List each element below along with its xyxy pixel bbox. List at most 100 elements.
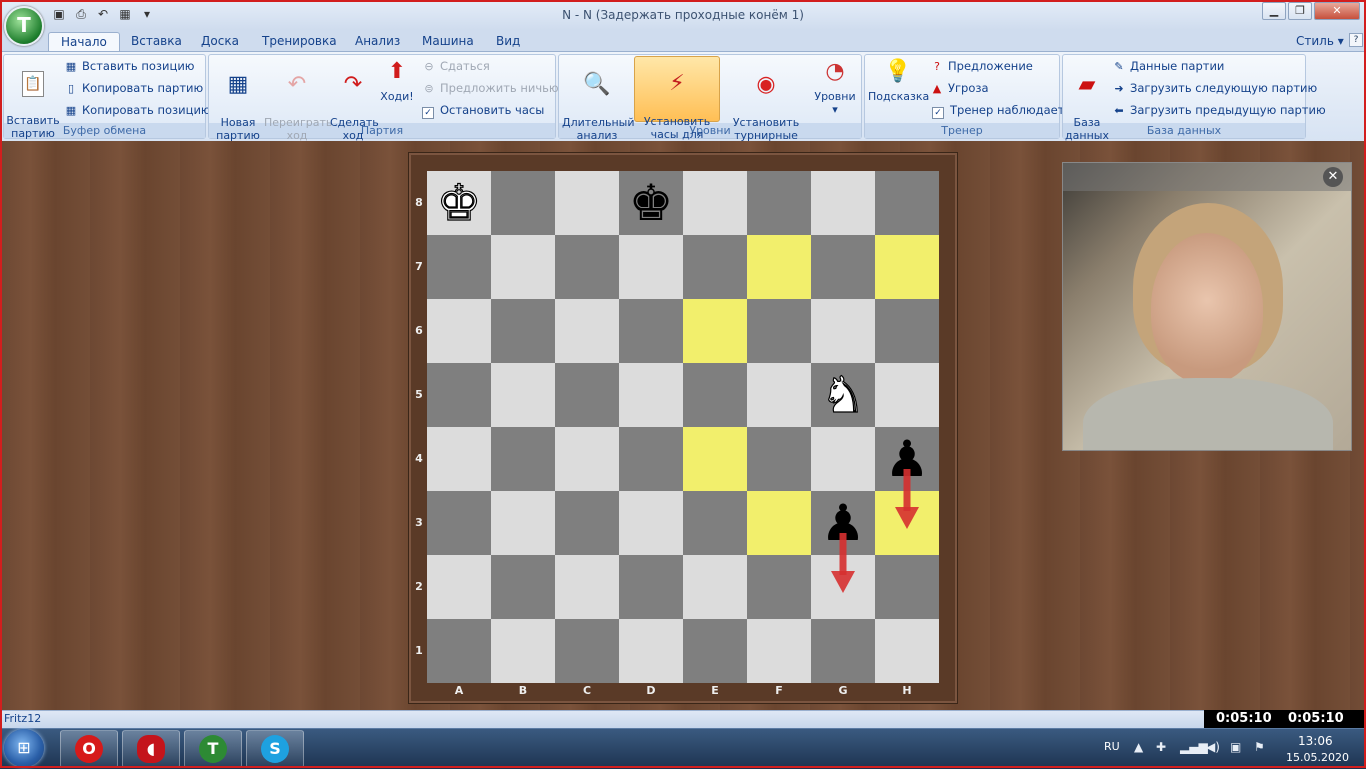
square-b3[interactable] — [491, 491, 555, 555]
tab-view[interactable]: Вид — [484, 32, 532, 51]
square-f5[interactable] — [747, 363, 811, 427]
square-e3[interactable] — [683, 491, 747, 555]
square-g8[interactable] — [811, 171, 875, 235]
offer-draw-button[interactable]: ⊜ Предложить ничью — [422, 80, 558, 96]
tab-insert[interactable]: Вставка — [119, 32, 194, 51]
signal-icon[interactable]: ▂▄▆ — [1180, 740, 1208, 754]
square-e8[interactable] — [683, 171, 747, 235]
taskbar-skype[interactable]: S — [246, 730, 304, 768]
tab-analysis[interactable]: Анализ — [343, 32, 412, 51]
coach-watching-checkbox[interactable]: ✓ Тренер наблюдает — [932, 102, 1064, 119]
square-a7[interactable] — [427, 235, 491, 299]
square-b6[interactable] — [491, 299, 555, 363]
paste-position-button[interactable]: ▦ Вставить позицию — [64, 58, 195, 74]
square-b5[interactable] — [491, 363, 555, 427]
square-d2[interactable] — [619, 555, 683, 619]
minimize-button[interactable]: ▁ — [1262, 2, 1286, 20]
taskbar-fritz[interactable]: T — [184, 730, 242, 768]
flag-icon[interactable]: ⚑ — [1254, 740, 1265, 754]
square-c4[interactable] — [555, 427, 619, 491]
app-menu-button[interactable]: T — [4, 6, 44, 46]
chessboard[interactable]: ♚ ♚ ♞ ♟ ♟ — [427, 171, 939, 683]
square-h8[interactable] — [875, 171, 939, 235]
style-menu[interactable]: Стиль ▾ — [1296, 34, 1344, 48]
tab-home[interactable]: Начало — [48, 32, 120, 52]
resign-button[interactable]: ⊖ Сдаться — [422, 58, 489, 74]
square-f4[interactable] — [747, 427, 811, 491]
square-h5[interactable] — [875, 363, 939, 427]
square-a1[interactable] — [427, 619, 491, 683]
square-c3[interactable] — [555, 491, 619, 555]
taskbar-opera[interactable]: O — [60, 730, 118, 768]
tab-board[interactable]: Доска — [189, 32, 251, 51]
square-g5[interactable]: ♞ — [811, 363, 875, 427]
square-b8[interactable] — [491, 171, 555, 235]
square-c6[interactable] — [555, 299, 619, 363]
volume-icon[interactable]: ◀) — [1206, 740, 1220, 754]
new-game-button[interactable]: ▦ Новая партию — [212, 58, 264, 142]
square-g2[interactable] — [811, 555, 875, 619]
tab-engine[interactable]: Машина — [410, 32, 486, 51]
levels-button[interactable]: ◔ Уровни ▾ — [812, 58, 858, 116]
taskbar-time[interactable]: 13:06 — [1298, 734, 1333, 748]
help-button[interactable]: ? — [1349, 33, 1363, 47]
square-b4[interactable] — [491, 427, 555, 491]
paste-game-button[interactable]: 📋 Вставить партию — [6, 58, 60, 140]
white-king-icon[interactable]: ♚ — [427, 171, 491, 235]
language-indicator[interactable]: RU — [1104, 740, 1120, 753]
square-a4[interactable] — [427, 427, 491, 491]
square-e4[interactable] — [683, 427, 747, 491]
square-f1[interactable] — [747, 619, 811, 683]
tray-expand-icon[interactable]: ▲ — [1134, 740, 1143, 754]
square-f6[interactable] — [747, 299, 811, 363]
square-f2[interactable] — [747, 555, 811, 619]
close-button[interactable]: ✕ — [1314, 2, 1360, 20]
white-knight-icon[interactable]: ♞ — [811, 363, 875, 427]
square-e5[interactable] — [683, 363, 747, 427]
make-move-button[interactable]: ↷ Сделать ход — [330, 58, 379, 142]
square-c2[interactable] — [555, 555, 619, 619]
device-icon[interactable]: ▣ — [1230, 740, 1241, 754]
square-g4[interactable] — [811, 427, 875, 491]
square-b2[interactable] — [491, 555, 555, 619]
square-c5[interactable] — [555, 363, 619, 427]
square-d5[interactable] — [619, 363, 683, 427]
move-now-button[interactable]: ⬆ Ходи! — [378, 58, 416, 103]
black-pawn-icon[interactable]: ♟ — [875, 427, 939, 491]
square-h4[interactable]: ♟ — [875, 427, 939, 491]
stop-clock-checkbox[interactable]: ✓ Остановить часы — [422, 102, 544, 119]
square-a2[interactable] — [427, 555, 491, 619]
square-h2[interactable] — [875, 555, 939, 619]
webcam-close-button[interactable]: ✕ — [1323, 167, 1343, 187]
square-a3[interactable] — [427, 491, 491, 555]
square-e1[interactable] — [683, 619, 747, 683]
network-app-icon[interactable]: ✚ — [1156, 740, 1166, 754]
square-a8[interactable]: ♚ — [427, 171, 491, 235]
square-h3[interactable] — [875, 491, 939, 555]
square-d3[interactable] — [619, 491, 683, 555]
restore-button[interactable]: ❐ — [1288, 2, 1312, 20]
square-c8[interactable] — [555, 171, 619, 235]
copy-position-button[interactable]: ▦ Копировать позицию — [64, 102, 211, 118]
square-f3[interactable] — [747, 491, 811, 555]
hint-button[interactable]: 💡 Подсказка — [868, 58, 929, 103]
square-d7[interactable] — [619, 235, 683, 299]
black-pawn-icon[interactable]: ♟ — [811, 491, 875, 555]
square-b7[interactable] — [491, 235, 555, 299]
load-previous-game-button[interactable]: ⬅ Загрузить предыдущую партию — [1112, 102, 1325, 118]
square-c7[interactable] — [555, 235, 619, 299]
infinite-analysis-button[interactable]: 🔍 Длительный анализ — [562, 58, 635, 142]
square-b1[interactable] — [491, 619, 555, 683]
takeback-button[interactable]: ↶ Переиграть ход — [264, 58, 332, 142]
square-g6[interactable] — [811, 299, 875, 363]
square-e6[interactable] — [683, 299, 747, 363]
square-h7[interactable] — [875, 235, 939, 299]
database-button[interactable]: ▰ База данных — [1064, 58, 1110, 142]
square-d1[interactable] — [619, 619, 683, 683]
copy-game-button[interactable]: ▯ Копировать партию — [64, 80, 203, 96]
load-next-game-button[interactable]: ➜ Загрузить следующую партию — [1112, 80, 1317, 96]
square-g1[interactable] — [811, 619, 875, 683]
square-c1[interactable] — [555, 619, 619, 683]
square-e2[interactable] — [683, 555, 747, 619]
suggestion-button[interactable]: ? Предложение — [930, 58, 1033, 74]
